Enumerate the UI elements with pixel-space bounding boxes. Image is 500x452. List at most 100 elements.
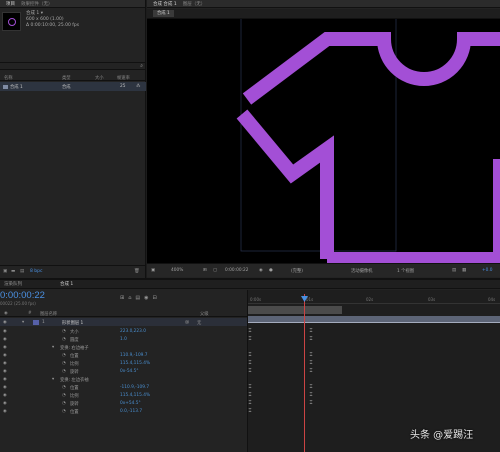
keyframe-icon[interactable]: ⌶ — [248, 401, 252, 406]
property-value[interactable]: 223.0,223.0 — [120, 329, 146, 334]
zoom-select[interactable]: 400% — [171, 268, 183, 273]
playhead-line[interactable] — [304, 294, 305, 452]
fast-preview-icon[interactable]: ▤ — [452, 268, 456, 273]
property-value[interactable]: 110.9,-109.7 — [120, 353, 148, 358]
keyframe-icon[interactable]: ⌶ — [248, 385, 252, 390]
visibility-icon[interactable]: ◉ — [3, 361, 7, 366]
stopwatch-icon[interactable]: ◔ — [62, 401, 66, 406]
stopwatch-icon[interactable]: ◔ — [62, 337, 66, 342]
work-area-bar[interactable] — [248, 306, 342, 314]
property-row[interactable]: ◉ ◔ 位置 110.9,-109.7 — [0, 351, 247, 359]
tab-comp1[interactable]: 合成 1 — [60, 281, 73, 287]
visibility-icon[interactable]: ◉ — [3, 377, 7, 382]
camera-select[interactable]: 活动摄像机 — [351, 268, 372, 274]
comp-subtab[interactable]: 合成 1 — [153, 10, 174, 17]
property-row[interactable]: ◉ ▾ 变换: 右边袖子 — [0, 343, 247, 351]
bpc-label[interactable]: 8 bpc — [30, 269, 42, 274]
timeline-timecode[interactable]: 0:00:00:22 — [0, 290, 45, 301]
tab-render-queue[interactable]: 渲染队列 — [4, 281, 22, 287]
camera-icon[interactable]: ◉ — [259, 268, 263, 273]
layer-name[interactable]: 形状图层 1 — [62, 320, 83, 326]
expand-icon[interactable]: ▾ — [52, 345, 54, 350]
tshirt-shape[interactable] — [147, 19, 500, 263]
time-ruler[interactable]: 0:00s 01s 02s 03s 04s — [248, 296, 500, 304]
keyframe-icon[interactable]: ⌶ — [309, 369, 313, 374]
viewer-timecode[interactable]: 0:00:00:22 — [225, 268, 248, 273]
property-row[interactable]: ◉ ◔ 圆度 1.0 — [0, 335, 247, 343]
stopwatch-icon[interactable]: ◔ — [62, 369, 66, 374]
layer-duration-bar[interactable] — [248, 316, 500, 323]
comp-viewer[interactable] — [147, 19, 500, 263]
stopwatch-icon[interactable]: ◔ — [62, 353, 66, 358]
mask-icon[interactable]: ▢ — [213, 268, 217, 273]
property-value[interactable]: 115.4,115.4% — [120, 393, 150, 398]
draft-3d-icon[interactable]: ⊞ — [120, 295, 128, 301]
label-color-icon[interactable] — [33, 319, 39, 325]
layer-row[interactable]: ◉ ▾ 1 形状图层 1 @ 无 — [0, 318, 247, 326]
property-value[interactable]: 115.4,115.4% — [120, 361, 150, 366]
col-parent[interactable]: 父级 — [200, 311, 209, 317]
property-value[interactable]: 0x-54.5° — [120, 369, 139, 374]
property-row[interactable]: ◉ ◔ 旋转 0x-54.5° — [0, 367, 247, 375]
snapshot-icon[interactable]: ▣ — [151, 268, 155, 273]
search-icon[interactable]: ⌕ — [140, 63, 143, 69]
project-item-comp1[interactable]: 合成 1 合成 25 ⁂ — [0, 82, 146, 91]
tab-effect-controls[interactable]: 效果控件（无） — [21, 1, 53, 7]
grid-icon[interactable]: ⊞ — [203, 268, 207, 273]
keyframe-icon[interactable]: ⌶ — [309, 401, 313, 406]
visibility-icon[interactable]: ◉ — [3, 385, 7, 390]
keyframe-icon[interactable]: ⌶ — [309, 329, 313, 334]
keyframe-icon[interactable]: ⌶ — [309, 361, 313, 366]
expand-icon[interactable]: ▾ — [22, 320, 24, 325]
visibility-icon[interactable]: ◉ — [3, 401, 7, 406]
expand-icon[interactable]: ▾ — [52, 377, 54, 382]
keyframe-icon[interactable]: ⌶ — [248, 329, 252, 334]
keyframe-icon[interactable]: ⌶ — [248, 353, 252, 358]
property-row[interactable]: ◉ ◔ 旋转 0x+54.5° — [0, 399, 247, 407]
keyframe-icon[interactable]: ⌶ — [309, 393, 313, 398]
parent-select[interactable]: 无 — [197, 320, 201, 326]
keyframe-icon[interactable]: ⌶ — [248, 409, 252, 414]
col-type[interactable]: 类型 — [62, 75, 71, 81]
property-row[interactable]: ◉ ◔ 大小 223.0,223.0 — [0, 327, 247, 335]
visibility-icon[interactable]: ◉ — [3, 337, 7, 342]
color-icon[interactable]: ● — [269, 268, 273, 273]
keyframe-icon[interactable]: ⌶ — [248, 393, 252, 398]
property-value[interactable]: -110.9,-109.7 — [120, 385, 149, 390]
interpret-icon[interactable]: ▣ — [3, 269, 7, 274]
folder-icon[interactable]: ▬ — [11, 269, 15, 274]
keyframe-icon[interactable]: ⌶ — [309, 353, 313, 358]
project-search[interactable]: ⌕ — [0, 62, 146, 70]
col-name[interactable]: 名称 — [4, 75, 13, 81]
visibility-icon[interactable]: ◉ — [3, 353, 7, 358]
col-size[interactable]: 大小 — [95, 75, 104, 81]
parent-pickwhip-icon[interactable]: @ — [185, 320, 189, 325]
views-select[interactable]: 1 个视图 — [397, 268, 414, 274]
col-fps[interactable]: 帧速率 — [117, 75, 130, 81]
frame-blend-icon[interactable]: ▤ — [135, 295, 144, 301]
keyframe-icon[interactable]: ⌶ — [309, 385, 313, 390]
stopwatch-icon[interactable]: ◔ — [62, 329, 66, 334]
property-value[interactable]: 0x+54.5° — [120, 401, 141, 406]
exposure-offset[interactable]: +0.0 — [482, 268, 492, 273]
stopwatch-icon[interactable]: ◔ — [62, 361, 66, 366]
property-value[interactable]: 0.0,-113.7 — [120, 409, 142, 414]
stopwatch-icon[interactable]: ◔ — [62, 393, 66, 398]
keyframe-icon[interactable]: ⌶ — [248, 361, 252, 366]
col-layer-name[interactable]: 图层名称 — [40, 311, 57, 317]
visibility-icon[interactable]: ◉ — [3, 393, 7, 398]
visibility-icon[interactable]: ◉ — [3, 320, 7, 325]
property-row[interactable]: ◉ ◔ 比例 115.4,115.4% — [0, 391, 247, 399]
keyframe-icon[interactable]: ⌶ — [248, 369, 252, 374]
property-row[interactable]: ◉ ◔ 位置 -110.9,-109.7 — [0, 383, 247, 391]
graph-editor-icon[interactable]: ⊟ — [153, 295, 161, 301]
visibility-icon[interactable]: ◉ — [3, 329, 7, 334]
tab-composition[interactable]: 合成 合成 1 — [153, 1, 177, 7]
tab-project[interactable]: 项目 — [6, 1, 15, 7]
keyframe-icon[interactable]: ⌶ — [248, 337, 252, 342]
transparency-icon[interactable]: ▦ — [462, 268, 466, 273]
trash-icon[interactable]: 🗑 — [134, 269, 140, 274]
resolution-select[interactable]: (完整) — [291, 268, 303, 274]
stopwatch-icon[interactable]: ◔ — [62, 409, 66, 414]
visibility-icon[interactable]: ◉ — [3, 409, 7, 414]
